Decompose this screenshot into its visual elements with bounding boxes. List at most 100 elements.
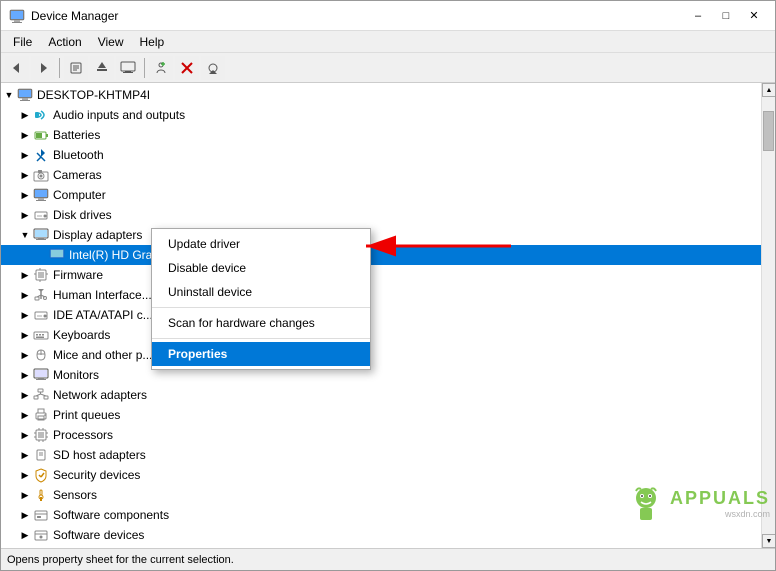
root-expander[interactable]: ▼: [1, 87, 17, 103]
scroll-up-button[interactable]: ▲: [762, 83, 775, 97]
ctx-scan-changes[interactable]: Scan for hardware changes: [152, 311, 370, 335]
firmware-icon: [33, 267, 49, 283]
ctx-update-driver[interactable]: Update driver: [152, 232, 370, 256]
tree-item-soundvideo[interactable]: ▶ Sound, video and game controllers: [1, 545, 761, 548]
tree-item-keyboards[interactable]: ▶ Keyboards: [1, 325, 761, 345]
mice-expander[interactable]: ▶: [17, 347, 33, 363]
update-driver-toolbar-button[interactable]: [90, 56, 114, 80]
tree-item-cameras[interactable]: ▶ Cameras: [1, 165, 761, 185]
keyboards-label: Keyboards: [51, 328, 110, 342]
scrollbar[interactable]: ▲ ▼: [761, 83, 775, 548]
ideata-expander[interactable]: ▶: [17, 307, 33, 323]
computer-expander[interactable]: ▶: [17, 187, 33, 203]
back-button[interactable]: [5, 56, 29, 80]
ctx-sep-2: [152, 338, 370, 339]
sensors-label: Sensors: [51, 488, 97, 502]
tree-item-bluetooth[interactable]: ▶ Bluetooth: [1, 145, 761, 165]
display-label: Display adapters: [51, 228, 142, 242]
sdhost-icon: [33, 447, 49, 463]
menu-file[interactable]: File: [5, 33, 40, 51]
monitors-expander[interactable]: ▶: [17, 367, 33, 383]
tree-item-monitors[interactable]: ▶ Monitors: [1, 365, 761, 385]
tree-item-humaninterface[interactable]: ▶ Human Interface...: [1, 285, 761, 305]
softwarecomponents-expander[interactable]: ▶: [17, 507, 33, 523]
bluetooth-icon: [33, 147, 49, 163]
scroll-thumb[interactable]: [763, 111, 774, 151]
security-expander[interactable]: ▶: [17, 467, 33, 483]
tree-item-network[interactable]: ▶ Network adapters: [1, 385, 761, 405]
diskdrives-expander[interactable]: ▶: [17, 207, 33, 223]
tree-root[interactable]: ▼ DESKTOP-KHTMP4I: [1, 85, 761, 105]
tree-item-sdhost[interactable]: ▶ SD host adapters: [1, 445, 761, 465]
bluetooth-label: Bluetooth: [51, 148, 104, 162]
ctx-properties[interactable]: Properties: [152, 342, 370, 366]
tree-item-ideata[interactable]: ▶ IDE ATA/ATAPI c...: [1, 305, 761, 325]
ctx-uninstall-device[interactable]: Uninstall device: [152, 280, 370, 304]
tree-item-firmware[interactable]: ▶ Firmware: [1, 265, 761, 285]
printqueues-expander[interactable]: ▶: [17, 407, 33, 423]
ctx-sep-1: [152, 307, 370, 308]
keyboards-expander[interactable]: ▶: [17, 327, 33, 343]
bluetooth-expander[interactable]: ▶: [17, 147, 33, 163]
minimize-button[interactable]: ‒: [685, 6, 711, 26]
forward-button[interactable]: [31, 56, 55, 80]
device-manager-window: Device Manager ‒ □ ✕ File Action View He…: [0, 0, 776, 571]
network-icon: [33, 387, 49, 403]
soundvideo-icon: [33, 547, 49, 548]
sensors-expander[interactable]: ▶: [17, 487, 33, 503]
scroll-down-button[interactable]: ▼: [762, 534, 775, 548]
maximize-button[interactable]: □: [713, 6, 739, 26]
batteries-expander[interactable]: ▶: [17, 127, 33, 143]
ideata-icon: [33, 307, 49, 323]
scan-toolbar-button[interactable]: [201, 56, 225, 80]
tree-item-printqueues[interactable]: ▶ Print queues: [1, 405, 761, 425]
status-bar: Opens property sheet for the current sel…: [1, 548, 775, 570]
tree-item-audio[interactable]: ▶ Audio inputs and outputs: [1, 105, 761, 125]
processors-expander[interactable]: ▶: [17, 427, 33, 443]
properties-toolbar-button[interactable]: [64, 56, 88, 80]
ctx-disable-device[interactable]: Disable device: [152, 256, 370, 280]
tree-item-diskdrives[interactable]: ▶ Disk drives: [1, 205, 761, 225]
camera-icon: [33, 167, 49, 183]
tree-item-batteries[interactable]: ▶ Batteries: [1, 125, 761, 145]
soundvideo-expander[interactable]: ▶: [17, 547, 33, 548]
ideata-label: IDE ATA/ATAPI c...: [51, 308, 153, 322]
computer-tree-icon: [33, 187, 49, 203]
root-label: DESKTOP-KHTMP4I: [35, 88, 150, 102]
menu-action[interactable]: Action: [40, 33, 89, 51]
printqueues-label: Print queues: [51, 408, 120, 422]
network-expander[interactable]: ▶: [17, 387, 33, 403]
usb-icon: [33, 287, 49, 303]
audio-icon: [33, 107, 49, 123]
arrow-annotation: [356, 231, 516, 264]
action-toolbar-button[interactable]: [149, 56, 173, 80]
tree-item-computer[interactable]: ▶ Computer: [1, 185, 761, 205]
cameras-expander[interactable]: ▶: [17, 167, 33, 183]
softwaredevices-label: Software devices: [51, 528, 144, 542]
printer-icon: [33, 407, 49, 423]
sdhost-label: SD host adapters: [51, 448, 146, 462]
humaninterface-expander[interactable]: ▶: [17, 287, 33, 303]
display-toolbar-button[interactable]: [116, 56, 140, 80]
security-label: Security devices: [51, 468, 140, 482]
toolbar: [1, 53, 775, 83]
close-button[interactable]: ✕: [741, 6, 767, 26]
firmware-expander[interactable]: ▶: [17, 267, 33, 283]
menu-view[interactable]: View: [90, 33, 132, 51]
tree-item-softwaredevices[interactable]: ▶ Software devices: [1, 525, 761, 545]
audio-expander[interactable]: ▶: [17, 107, 33, 123]
battery-icon: [33, 127, 49, 143]
menu-help[interactable]: Help: [132, 33, 173, 51]
hdd-icon: [33, 207, 49, 223]
appuals-mascot: [626, 483, 666, 523]
watermark: APPUALS wsxdn.com: [626, 483, 770, 523]
softwaredevices-expander[interactable]: ▶: [17, 527, 33, 543]
remove-toolbar-button[interactable]: [175, 56, 199, 80]
display-expander[interactable]: ▼: [17, 227, 33, 243]
tree-item-security[interactable]: ▶ Security devices: [1, 465, 761, 485]
tree-panel[interactable]: ▼ DESKTOP-KHTMP4I ▶: [1, 83, 761, 548]
sdhost-expander[interactable]: ▶: [17, 447, 33, 463]
tree-item-mice[interactable]: ▶ Mice and other p...: [1, 345, 761, 365]
tree-item-processors[interactable]: ▶ Processors: [1, 425, 761, 445]
softwarecomponents-icon: [33, 507, 49, 523]
